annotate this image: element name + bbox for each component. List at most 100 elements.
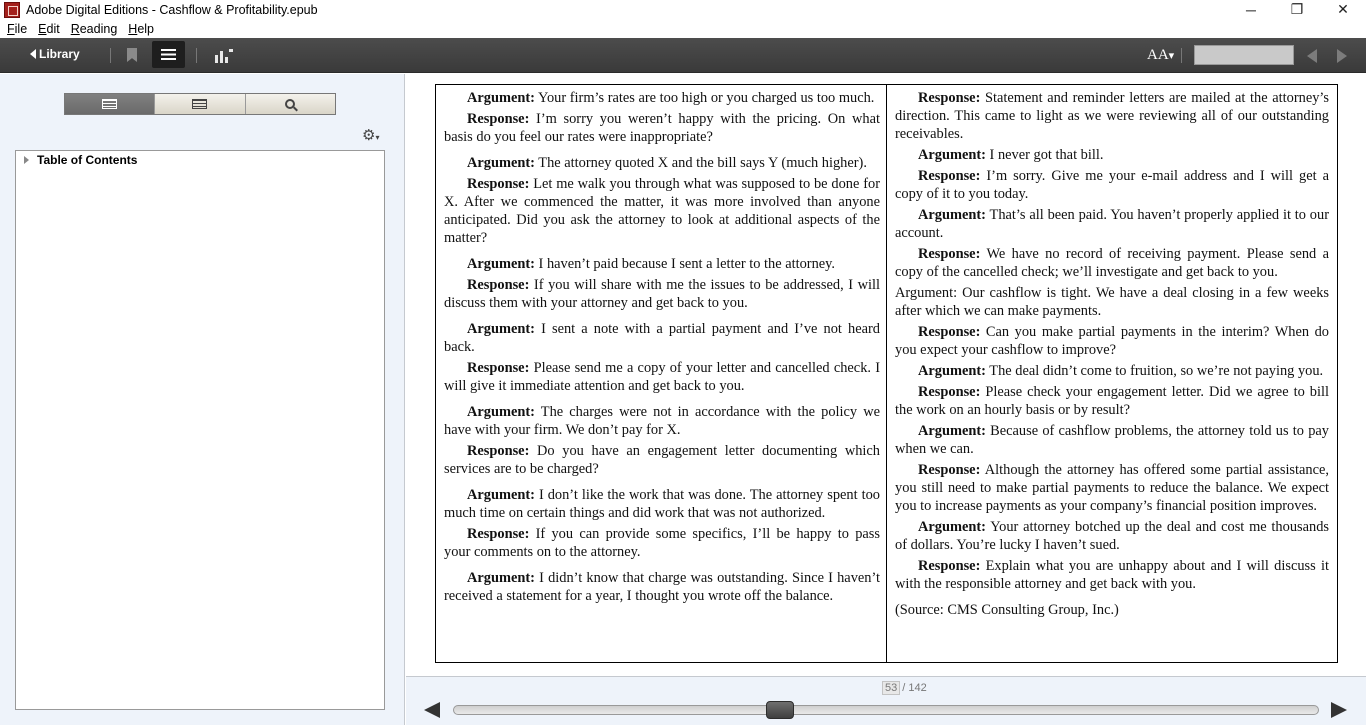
paragraph-label: Argument: [467, 256, 535, 272]
content-paragraph: Response: Please check your engagement l… [895, 383, 1329, 419]
paragraph-label: Response: [467, 360, 530, 376]
font-size-button[interactable]: AA▾ [1147, 47, 1174, 64]
paragraph-label: Argument: [467, 90, 535, 106]
current-page-field[interactable]: 53 [882, 681, 901, 695]
paragraph-label: Response: [467, 111, 530, 127]
menu-reading[interactable]: Reading [71, 22, 118, 36]
gear-dropdown-icon: ▾ [375, 133, 380, 142]
search-input[interactable] [1194, 45, 1294, 65]
tab-table-of-contents[interactable] [65, 94, 156, 114]
toolbar-divider [110, 48, 111, 63]
content-paragraph: Argument: Your firm’s rates are too high… [444, 89, 880, 107]
library-button[interactable]: Library [30, 47, 80, 61]
paragraph-label: Response: [467, 176, 530, 192]
tab-bookmarks[interactable] [155, 94, 246, 114]
toolbar-divider [1181, 48, 1182, 63]
paragraph-label: Response: [918, 384, 981, 400]
content-paragraph: Argument: I haven’t paid because I sent … [444, 255, 880, 273]
paragraph-label: Argument: [918, 147, 986, 163]
content-paragraph: Response: If you will share with me the … [444, 276, 880, 312]
paragraph-label: Argument: [918, 207, 986, 223]
library-label: Library [39, 47, 80, 61]
content-paragraph: Argument: The deal didn’t come to fruiti… [895, 362, 1329, 380]
font-size-dropdown-icon: ▾ [1168, 50, 1175, 62]
close-button[interactable]: ✕ [1320, 0, 1366, 19]
gear-icon: ⚙ [362, 127, 376, 144]
content-paragraph: Response: Please send me a copy of your … [444, 359, 880, 395]
settings-button[interactable]: ⚙▾ [362, 126, 379, 144]
content-paragraph: Response: If you can provide some specif… [444, 525, 880, 561]
search-icon [285, 99, 296, 109]
content-paragraph: Argument: That’s all been paid. You have… [895, 206, 1329, 242]
content-paragraph: Argument: The attorney quoted X and the … [444, 154, 880, 172]
paragraph-label: Argument: [467, 155, 535, 171]
content-paragraph: Response: Statement and reminder letters… [895, 89, 1329, 143]
paragraph-label: Response: [918, 324, 981, 340]
page-slider-track[interactable] [453, 705, 1319, 715]
paragraph-label: Argument: [467, 570, 535, 586]
paragraph-label: Argument: [918, 519, 986, 535]
sidebar-view-switcher [64, 93, 336, 115]
paragraph-label: Response: [467, 277, 530, 293]
menu-file[interactable]: File [7, 22, 27, 36]
book-page: Argument: Your firm’s rates are too high… [435, 84, 1338, 663]
minimize-button[interactable]: ─ [1228, 0, 1274, 19]
expand-triangle-icon[interactable] [24, 156, 29, 164]
paragraph-label: Argument: [918, 423, 986, 439]
content-paragraph: Argument: Because of cashflow problems, … [895, 422, 1329, 458]
menu-bar: File Edit Reading Help [0, 19, 1366, 38]
paragraph-label: Argument: [918, 363, 986, 379]
paragraph-text: I never got that bill. [985, 147, 1104, 163]
paragraph-text: The attorney quoted X and the bill says … [534, 155, 867, 171]
toc-label: Table of Contents [37, 153, 138, 167]
content-paragraph: Response: Let me walk you through what w… [444, 175, 880, 247]
chart-icon[interactable] [215, 49, 233, 63]
paragraph-label: Argument: [467, 487, 535, 503]
paragraph-label: Response: [467, 526, 530, 542]
paragraph-text: I haven’t paid because I sent a letter t… [534, 256, 836, 272]
toc-item[interactable]: Table of Contents [24, 153, 137, 167]
content-paragraph: Response: I’m sorry you weren’t happy wi… [444, 110, 880, 146]
adobe-digital-editions-icon [4, 1, 20, 18]
title-bar: Adobe Digital Editions - Cashflow & Prof… [0, 0, 1366, 19]
next-page-arrow-icon[interactable] [1331, 702, 1347, 718]
paragraph-text: Your firm’s rates are too high or you ch… [534, 90, 875, 106]
content-paragraph: Argument: I didn’t know that charge was … [444, 569, 880, 605]
right-column: Response: Statement and reminder letters… [887, 85, 1337, 662]
content-paragraph: Response: Explain what you are unhappy a… [895, 557, 1329, 593]
menu-edit[interactable]: Edit [38, 22, 60, 36]
page-indicator: 53 / 142 [882, 681, 927, 695]
tab-search[interactable] [245, 94, 335, 114]
next-arrow-icon[interactable] [1337, 49, 1347, 63]
list-view-button[interactable] [152, 41, 185, 68]
restore-button[interactable]: ❐ [1274, 0, 1320, 19]
paragraph-text: Argument: Our cashflow is tight. We have… [895, 285, 1329, 319]
toc-icon [102, 99, 118, 109]
bookmark-icon[interactable] [127, 48, 137, 62]
sidebar: ⚙▾ Table of Contents [0, 74, 405, 725]
page-slider-thumb[interactable] [765, 701, 794, 719]
paragraph-text: The deal didn’t come to fruition, so we’… [985, 363, 1324, 379]
paragraph-label: Argument: [467, 321, 535, 337]
previous-arrow-icon[interactable] [1307, 49, 1317, 63]
paragraph-label: Response: [918, 462, 981, 478]
paragraph-label: Response: [918, 168, 981, 184]
paragraph-label: Response: [467, 443, 530, 459]
window-controls: ─ ❐ ✕ [1228, 0, 1366, 19]
page-navigation-bar: 53 / 142 [406, 676, 1366, 725]
page-separator: / [902, 682, 906, 694]
previous-page-arrow-icon[interactable] [424, 702, 440, 718]
content-paragraph: Response: We have no record of receiving… [895, 245, 1329, 281]
toolbar-divider [196, 48, 197, 63]
menu-help[interactable]: Help [128, 22, 154, 36]
content-paragraph: Response: Although the attorney has offe… [895, 461, 1329, 515]
paragraph-label: Response: [918, 558, 981, 574]
toolbar: Library AA▾ [0, 38, 1366, 73]
table-of-contents-panel: Table of Contents [15, 150, 385, 710]
content-paragraph: Argument: Our cashflow is tight. We have… [895, 284, 1329, 320]
left-column: Argument: Your firm’s rates are too high… [436, 85, 887, 662]
total-pages: 142 [908, 682, 927, 694]
content-paragraph: Argument: Your attorney botched up the d… [895, 518, 1329, 554]
content-paragraph: Argument: I never got that bill. [895, 146, 1329, 164]
paragraph-label: Argument: [467, 404, 535, 420]
